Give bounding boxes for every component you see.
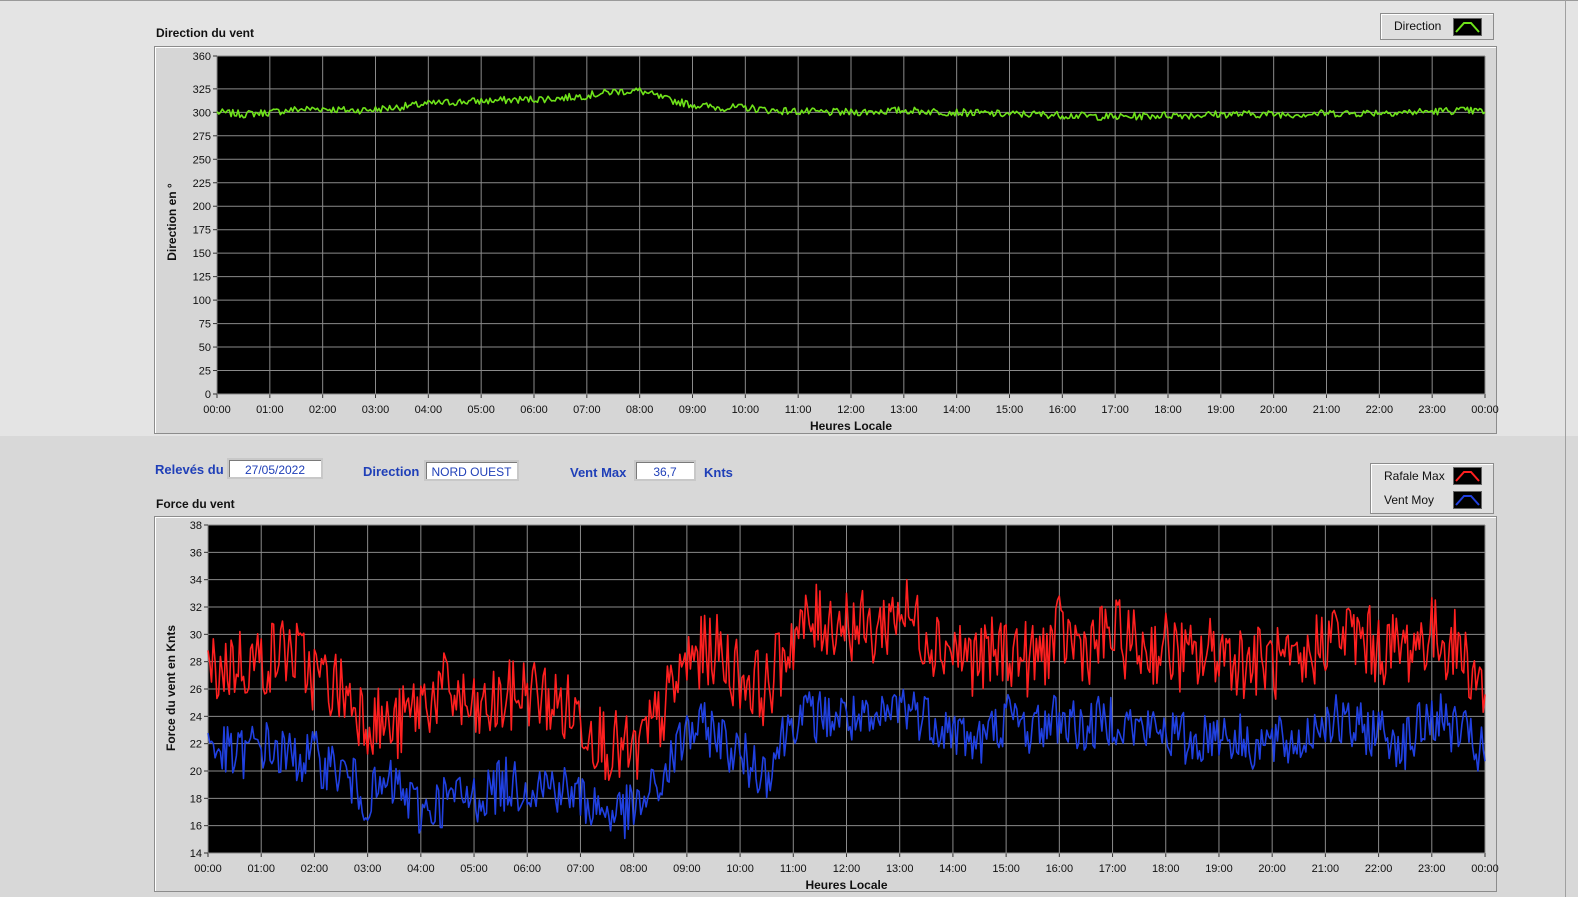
x-tick-label: 00:00 [194, 863, 222, 875]
x-tick-label: 20:00 [1258, 863, 1286, 875]
x-tick-label: 23:00 [1418, 863, 1446, 875]
y-tick-label: 28 [190, 657, 202, 669]
y-tick-label: 32 [190, 602, 202, 614]
force-chart: 00:00 01:00 02:00 03:00 04:00 05:00 06:00 07:00… [164, 520, 1499, 892]
y-tick-label: 36 [190, 547, 202, 559]
legend-rafale-label: Rafale Max [1384, 469, 1445, 483]
x-tick-label: 11:00 [780, 863, 807, 875]
legend-ventmoy-swatch [1453, 491, 1482, 509]
x-tick-label: 12:00 [833, 863, 861, 875]
x-tick-label: 03:00 [354, 863, 382, 875]
legend-rafale-swatch [1453, 467, 1482, 485]
y-tick-label: 30 [190, 629, 202, 641]
y-tick-label: 16 [190, 821, 202, 833]
y-tick-label: 24 [190, 711, 202, 723]
y-tick-label: 14 [190, 848, 202, 860]
x-tick-label: 07:00 [567, 863, 595, 875]
x-tick-label: 16:00 [1046, 863, 1074, 875]
y-axis-title: Force du vent en Knts [164, 625, 178, 751]
x-tick-label: 00:00 [1471, 863, 1499, 875]
x-axis-title: Heures Locale [805, 878, 887, 892]
y-tick-label: 20 [190, 766, 202, 778]
x-tick-label: 18:00 [1152, 863, 1180, 875]
y-tick-label: 26 [190, 684, 202, 696]
x-tick-label: 01:00 [247, 863, 275, 875]
y-tick-label: 34 [190, 575, 202, 587]
x-tick-label: 06:00 [513, 863, 541, 875]
force-legend[interactable]: Rafale Max Vent Moy [1370, 463, 1494, 514]
x-tick-label: 19:00 [1205, 863, 1233, 875]
x-tick-label: 15:00 [992, 863, 1020, 875]
x-tick-label: 13:00 [886, 863, 914, 875]
x-tick-label: 10:00 [726, 863, 754, 875]
y-tick-label: 38 [190, 520, 202, 532]
x-tick-label: 21:00 [1312, 863, 1340, 875]
x-tick-label: 14:00 [939, 863, 967, 875]
legend-ventmoy-label: Vent Moy [1384, 493, 1435, 507]
x-tick-label: 05:00 [460, 863, 488, 875]
y-tick-label: 22 [190, 739, 202, 751]
x-tick-label: 22:00 [1365, 863, 1393, 875]
x-tick-label: 02:00 [301, 863, 329, 875]
x-tick-label: 08:00 [620, 863, 648, 875]
x-tick-label: 17:00 [1099, 863, 1127, 875]
x-tick-label: 04:00 [407, 863, 435, 875]
x-tick-label: 09:00 [673, 863, 701, 875]
y-tick-label: 18 [190, 793, 202, 805]
